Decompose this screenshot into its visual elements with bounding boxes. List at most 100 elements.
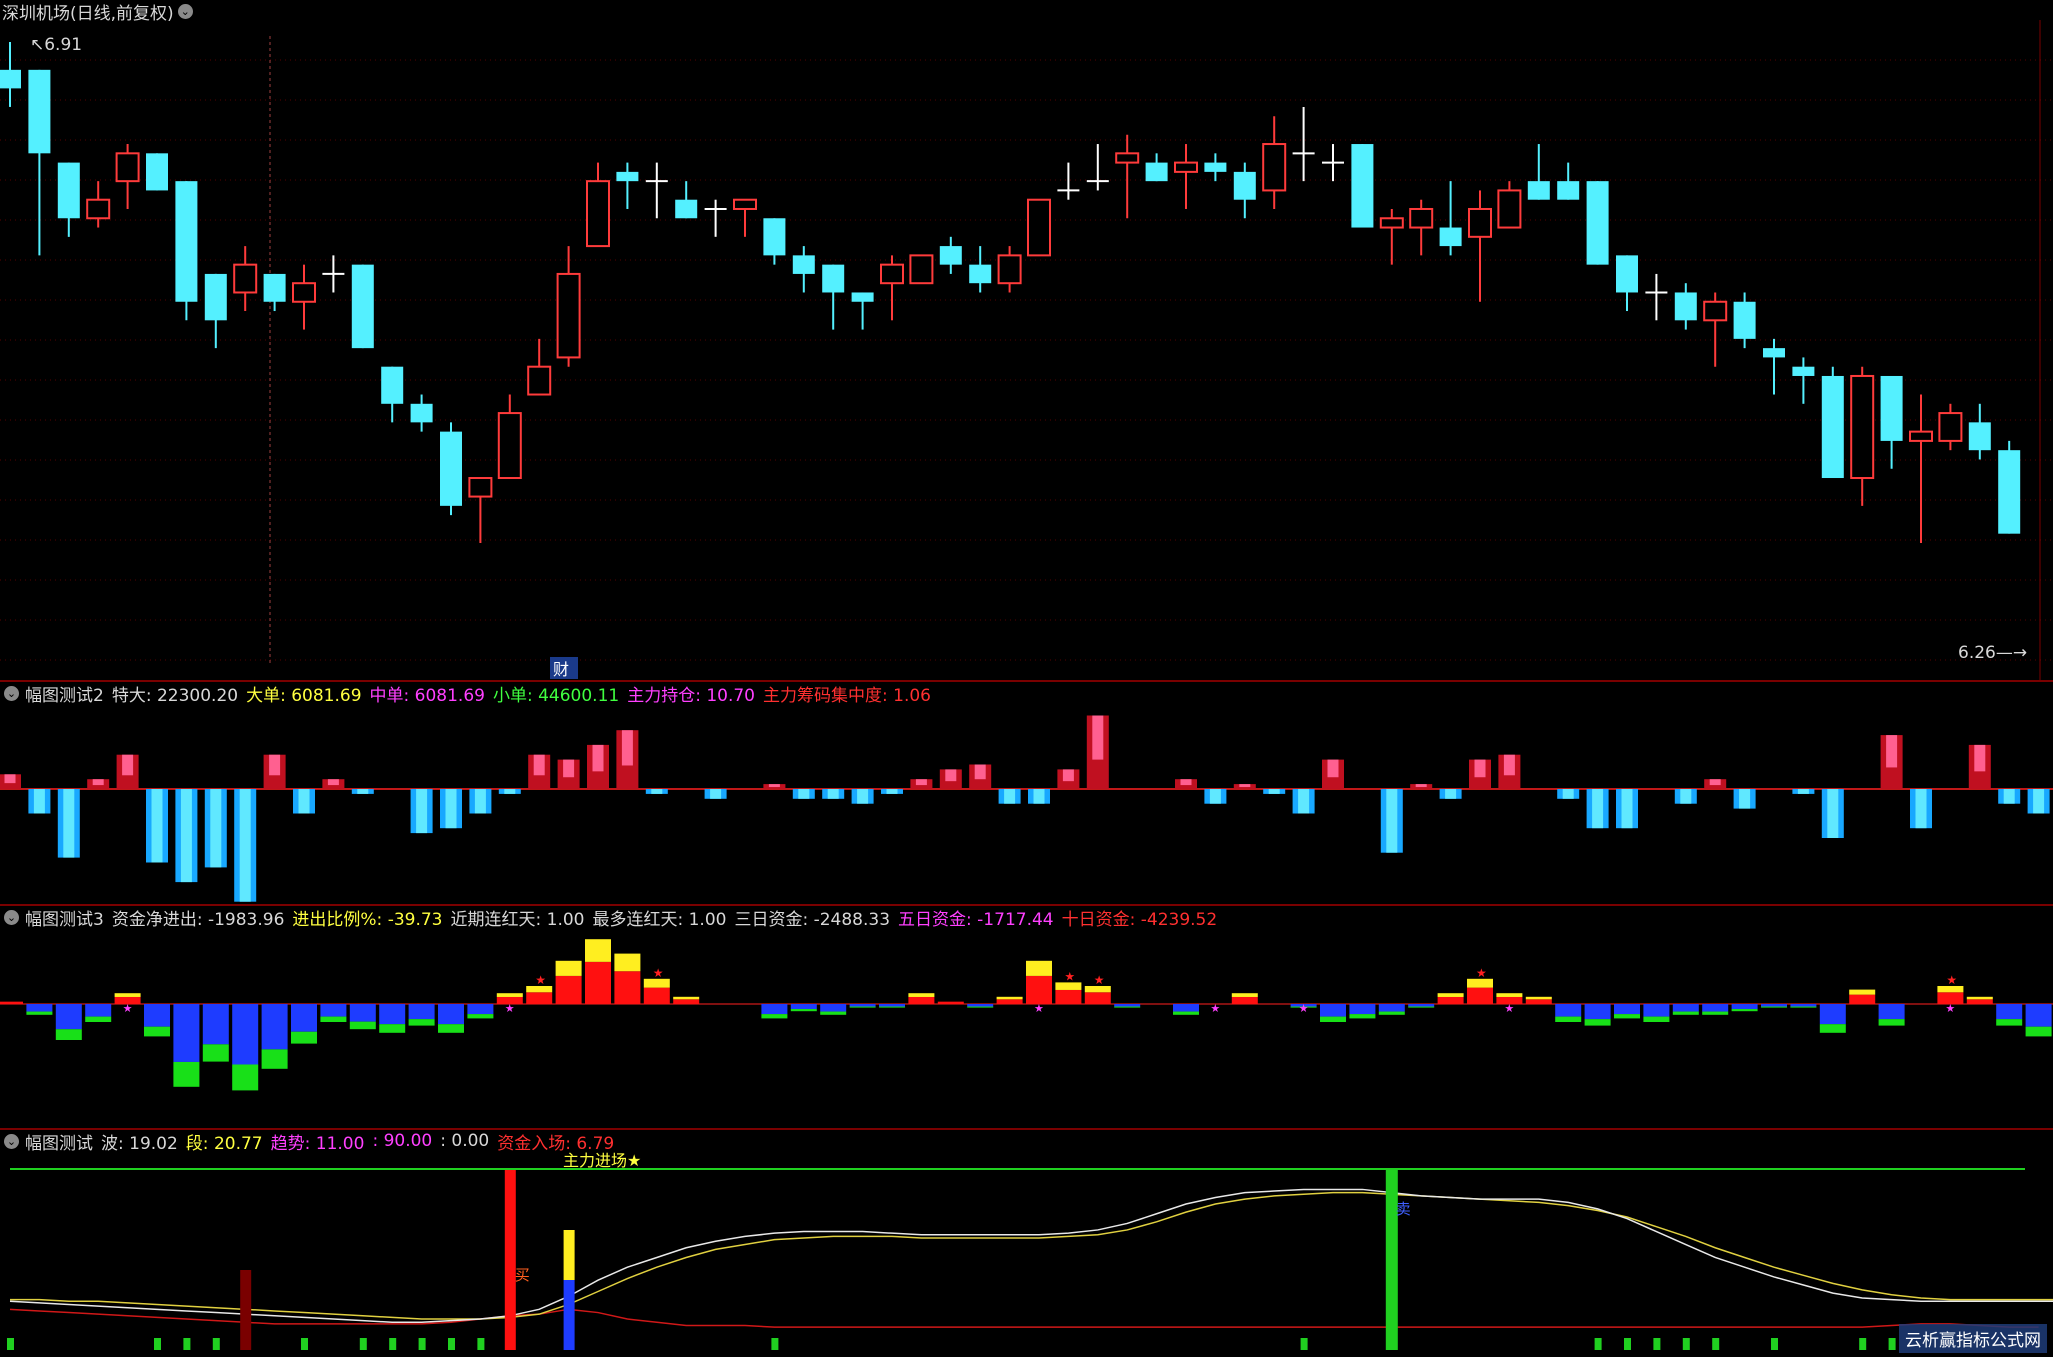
ratio-bar-negative — [790, 1009, 817, 1012]
ratio-bar — [1849, 989, 1876, 995]
pane4-line-chart: 主力进场★ 买 卖 — [7, 1151, 2053, 1350]
outflow-bar-inner — [1680, 789, 1692, 804]
outflow-bar-inner — [1033, 789, 1045, 804]
outflow-bar-inner — [1209, 789, 1221, 804]
main-force-label: 主力进场★ — [563, 1151, 641, 1170]
chevron-down-icon[interactable]: ⌄ — [4, 909, 19, 925]
candle-down — [146, 153, 168, 191]
inflow-bar-inner — [122, 754, 134, 776]
ratio-bar-negative — [467, 1014, 494, 1019]
ratio-bar-negative — [1731, 1009, 1758, 1012]
ratio-bar-negative — [261, 1049, 288, 1069]
candle-down — [381, 366, 404, 404]
outflow-bar-inner — [239, 789, 251, 902]
inflow-bar-inner — [592, 744, 604, 772]
pane4-legend-item: 段: 20.77 — [185, 1133, 263, 1154]
outflow-bar-inner — [651, 789, 663, 794]
segment-line — [10, 1191, 2053, 1320]
net-outflow-bar — [1555, 1004, 1582, 1017]
candlestick-chart[interactable]: ↖6.91 6.26—→ 财 — [0, 0, 2053, 680]
ratio-bar-negative — [879, 1006, 905, 1008]
inflow-bar-inner — [945, 769, 957, 782]
pane3-legend-item: 三日资金: -2488.33 — [734, 909, 891, 930]
net-outflow-bar — [1378, 1004, 1405, 1012]
candle-down — [1792, 366, 1815, 376]
ratio-bar — [673, 996, 700, 1000]
candle-up — [1468, 207, 1492, 238]
candle-up — [556, 272, 581, 359]
pane3-name: 幅图测试3 — [25, 909, 104, 930]
net-outflow-bar — [1349, 1004, 1376, 1015]
pane3-legend-item: 资金净进出: -1983.96 — [111, 909, 285, 930]
net-inflow-bar — [0, 1001, 23, 1004]
candle-down — [822, 264, 845, 293]
net-outflow-bar — [1173, 1004, 1199, 1012]
candle-down — [1968, 422, 1991, 451]
candle-down — [57, 162, 80, 219]
net-inflow-bar — [1437, 996, 1464, 1004]
pane3-header: ⌄ 幅图测试3 资金净进出: -1983.96 进出比例%: -39.73 近期连红… — [0, 906, 1225, 930]
chevron-down-icon[interactable]: ⌄ — [4, 685, 19, 701]
candle-down — [616, 171, 639, 182]
ratio-bar — [1026, 960, 1052, 976]
signal-bar-yellow — [563, 1230, 575, 1280]
pane2-name: 幅图测试2 — [25, 685, 104, 706]
indicator-pane-4[interactable]: 主力进场★ 买 卖 ⌄ 幅图测试 波: 19.02 段: 20.77 趋势: 11.00… — [0, 1130, 2053, 1357]
star-mark: ★ — [1476, 966, 1487, 980]
candle-up — [1703, 300, 1728, 322]
main-candle-pane[interactable]: 深圳机场(日线,前复权) ⌄ ↖6.91 6.26—→ 财 — [0, 0, 2053, 680]
net-inflow-bar — [526, 992, 553, 1004]
pane2-header: ⌄ 幅图测试2 特大: 22300.20 大单: 6081.69 中单: 6081.… — [0, 682, 939, 706]
ratio-bar — [614, 953, 641, 972]
ratio-bar — [114, 993, 141, 997]
candle-down — [851, 292, 874, 302]
outflow-bar-inner — [798, 789, 810, 799]
net-inflow-bar — [673, 999, 700, 1004]
indicator-pane-2[interactable]: ⌄ 幅图测试2 特大: 22300.20 大单: 6081.69 中单: 6081.… — [0, 682, 2053, 904]
candle-down — [1557, 181, 1580, 200]
chevron-down-icon[interactable]: ⌄ — [4, 1133, 19, 1149]
ratio-bar-negative — [26, 1011, 53, 1015]
net-outflow-bar — [1672, 1004, 1699, 1012]
outflow-bar-inner — [1797, 789, 1809, 794]
ratio-bar-negative — [1790, 1006, 1817, 1008]
ratio-bar-negative — [1672, 1011, 1699, 1015]
net-inflow-bar — [555, 975, 582, 1004]
wave-line — [9, 1188, 2053, 1324]
ratio-bar — [1496, 993, 1523, 997]
ratio-bar-negative — [1702, 1011, 1729, 1015]
ratio-bar — [585, 939, 611, 962]
volume-tick — [389, 1338, 397, 1350]
ratio-bar-negative — [967, 1006, 994, 1008]
inflow-bar-inner — [563, 759, 575, 778]
inflow-bar-inner — [1974, 744, 1986, 772]
outflow-bar-inner — [180, 789, 192, 883]
ratio-bar-negative — [1614, 1014, 1640, 1019]
candle-up — [1115, 152, 1140, 164]
inflow-bar-inner — [1474, 759, 1486, 778]
ratio-bar-negative — [291, 1031, 317, 1044]
indicator-pane-3[interactable]: ★ ★ ★ ★ ★ ★ ★ ★ ★ ★ ★ ★ ★ ⌄ 幅图测试3 资金净进出: -1983.96 进出比… — [0, 906, 2053, 1128]
ratio-bar-negative — [1320, 1016, 1346, 1022]
candle-down — [0, 69, 21, 89]
net-outflow-bar — [320, 1004, 347, 1017]
finance-mark: 财 — [553, 660, 569, 679]
net-inflow-bar — [1467, 987, 1493, 1004]
ratio-bar-negative — [2025, 1026, 2052, 1037]
inflow-bar-inner — [92, 779, 104, 786]
candle-up — [468, 477, 493, 498]
outflow-bar-inner — [857, 789, 869, 804]
net-outflow-bar — [1320, 1004, 1346, 1017]
ratio-bar-negative — [820, 1011, 847, 1015]
candle-down — [1204, 162, 1227, 172]
candle-down — [175, 181, 198, 302]
pane4-legend-item: 资金入场: 6.79 — [497, 1133, 615, 1154]
pane2-legend-item: 小单: 44600.11 — [492, 685, 620, 706]
pane4-legend-item: 波: 19.02 — [101, 1133, 178, 1154]
volume-tick — [1888, 1338, 1896, 1350]
inflow-bar-inner — [1327, 759, 1339, 778]
pane4-legend-item: : 0.00 — [440, 1131, 490, 1151]
candle-up — [880, 263, 904, 285]
candle-down — [1763, 348, 1785, 358]
outflow-bar-inner — [357, 789, 369, 794]
